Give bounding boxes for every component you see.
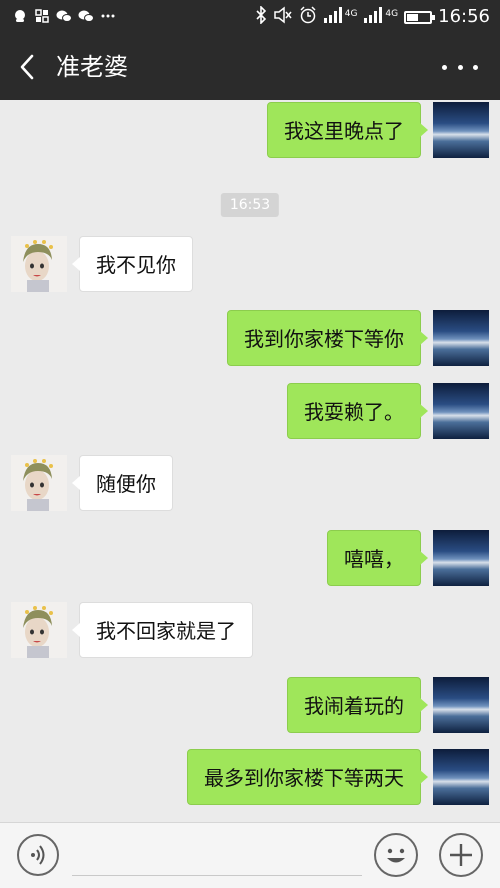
contact-avatar[interactable] [11,236,67,292]
chat-screen: 4G 4G 16:56 准老婆 我这里晚点了 16:53 我不见你 我到你家楼下… [0,0,500,888]
contact-message-bubble[interactable]: 随便你 [72,455,173,511]
emoji-icon [387,848,405,863]
contact-message-bubble[interactable]: 我不见你 [72,236,193,292]
app-grid-icon [34,9,50,23]
time-separator: 16:53 [220,193,280,217]
my-avatar[interactable] [433,383,489,439]
status-right-icons: 4G 4G 16:56 [255,5,490,28]
plus-icon [450,844,472,866]
more-dot-icon [442,64,447,70]
signal-icon [323,6,343,28]
input-bar [0,822,500,888]
mute-icon [273,6,293,28]
chat-title: 准老婆 [56,53,128,81]
network-type-1: 4G [344,9,358,19]
more-options-button[interactable] [442,52,478,82]
contact-avatar-image [11,455,67,511]
more-dots-icon [100,9,116,23]
plus-button[interactable] [439,833,483,877]
contact-avatar-image [11,602,67,658]
my-avatar[interactable] [433,102,489,158]
my-avatar[interactable] [433,530,489,586]
network-type-2: 4G [385,9,399,19]
status-left-icons [12,9,116,23]
my-message-bubble[interactable]: 我这里晚点了 [267,102,428,158]
my-avatar[interactable] [433,310,489,366]
signal-icon [363,6,383,28]
contact-avatar[interactable] [11,455,67,511]
bluetooth-icon [255,5,267,28]
status-bar: 4G 4G 16:56 [0,0,500,34]
my-message-bubble[interactable]: 嘻嘻， [327,530,428,586]
contact-message-bubble[interactable]: 我不回家就是了 [72,602,253,658]
my-message-bubble[interactable]: 我到你家楼下等你 [227,310,428,366]
alarm-icon [299,6,317,28]
qq-icon [12,9,28,23]
my-message-bubble[interactable]: 我耍赖了。 [287,383,428,439]
back-button[interactable] [14,50,44,84]
emoji-button[interactable] [374,833,418,877]
message-input[interactable] [72,837,362,875]
my-message-bubble[interactable]: 最多到你家楼下等两天 [187,749,428,805]
message-list[interactable]: 我这里晚点了 16:53 我不见你 我到你家楼下等你 我耍赖了。 随便你 嘻嘻，… [0,100,500,822]
my-message-bubble[interactable]: 我闹着玩的 [287,677,428,733]
chat-header: 准老婆 [0,34,500,100]
input-underline [72,875,362,876]
wechat-icon [56,9,72,23]
contact-avatar-image [11,236,67,292]
my-avatar[interactable] [433,677,489,733]
contact-avatar[interactable] [11,602,67,658]
voice-icon [31,845,45,865]
more-dot-icon [457,64,463,70]
battery-icon [404,10,436,24]
more-dot-icon [473,64,478,70]
voice-button[interactable] [17,834,59,876]
wechat-icon [78,9,94,23]
my-avatar[interactable] [433,749,489,805]
status-time: 16:56 [438,6,490,27]
back-chevron-icon [20,54,34,80]
